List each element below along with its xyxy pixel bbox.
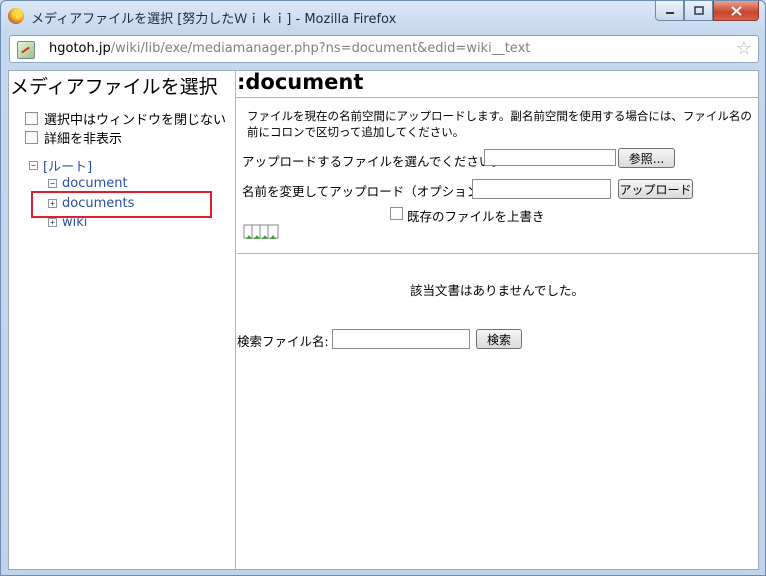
browse-button[interactable]: 参照...: [618, 148, 675, 168]
media-main: :document ファイルを現在の名前空間にアップロードします。副名前空間を使…: [236, 71, 758, 569]
url-host: hgotoh.jp: [49, 41, 111, 56]
firefox-icon: [8, 8, 24, 24]
minimize-button[interactable]: [655, 1, 684, 21]
title-bar: メディアファイルを選択 [努力したＷｉｋｉ] - Mozilla Firefox: [1, 1, 765, 31]
url-path: /wiki/lib/exe/mediamanager.php?ns=docume…: [110, 41, 531, 56]
maximize-button[interactable]: [684, 1, 713, 21]
option-keep-open[interactable]: 選択中はウィンドウを閉じない: [25, 109, 226, 128]
tree-item-document[interactable]: − document: [48, 176, 128, 191]
close-button[interactable]: [713, 1, 759, 21]
window-title: メディアファイルを選択 [努力したＷｉｋｉ] - Mozilla Firefox: [31, 12, 397, 27]
minimize-icon: [665, 11, 674, 14]
keep-open-checkbox[interactable]: [25, 112, 38, 125]
overwrite-checkbox[interactable]: [390, 207, 403, 220]
title-divider: [236, 97, 758, 98]
overwrite-label: 既存のファイルを上書き: [407, 209, 545, 224]
upload-info: ファイルを現在の名前空間にアップロードします。副名前空間を使用する場合には、ファ…: [247, 109, 752, 139]
url-text[interactable]: hgotoh.jp/wiki/lib/exe/mediamanager.php?…: [49, 41, 530, 56]
file-select-label: アップロードするファイルを選んでください。:: [242, 154, 509, 169]
upload-button[interactable]: アップロード: [618, 179, 693, 199]
site-favicon-icon: [17, 41, 35, 59]
tree-root-label[interactable]: [ルート]: [43, 156, 92, 175]
hide-details-checkbox[interactable]: [25, 131, 38, 144]
namespace-title: :document: [237, 70, 364, 94]
collapse-icon[interactable]: −: [29, 161, 38, 170]
window-controls: [655, 1, 759, 21]
maximize-icon: [693, 6, 704, 15]
highlight-box: [31, 191, 212, 218]
keep-open-label: 選択中はウィンドウを閉じない: [44, 113, 227, 128]
collapse-icon[interactable]: −: [48, 179, 57, 188]
page-content: メディアファイルを選択 選択中はウィンドウを閉じない 詳細を非表示 − [ルート…: [8, 70, 759, 570]
rename-input[interactable]: [472, 179, 611, 199]
search-button[interactable]: 検索: [476, 329, 522, 349]
media-sidebar: メディアファイルを選択 選択中はウィンドウを閉じない 詳細を非表示 − [ルート…: [9, 71, 236, 569]
no-results-message: 該当文書はありませんでした。: [409, 283, 584, 298]
option-hide-details[interactable]: 詳細を非表示: [25, 128, 122, 147]
hide-details-label: 詳細を非表示: [44, 132, 123, 147]
multi-upload-icon[interactable]: [242, 223, 282, 241]
search-input[interactable]: [332, 329, 470, 349]
close-icon: [730, 5, 742, 16]
star-icon[interactable]: ☆: [736, 38, 752, 59]
browser-window: メディアファイルを選択 [努力したＷｉｋｉ] - Mozilla Firefox…: [0, 0, 766, 576]
address-bar[interactable]: hgotoh.jp/wiki/lib/exe/mediamanager.php?…: [9, 35, 759, 63]
file-input[interactable]: [484, 149, 616, 166]
sidebar-title: メディアファイルを選択: [10, 76, 218, 98]
tree-item-label[interactable]: document: [62, 176, 128, 191]
search-label: 検索ファイル名:: [237, 334, 329, 349]
tree-root[interactable]: − [ルート]: [29, 156, 92, 175]
expand-icon[interactable]: +: [48, 218, 57, 227]
upload-divider: [237, 253, 758, 254]
rename-label: 名前を変更してアップロード（オプション）:: [242, 184, 496, 199]
